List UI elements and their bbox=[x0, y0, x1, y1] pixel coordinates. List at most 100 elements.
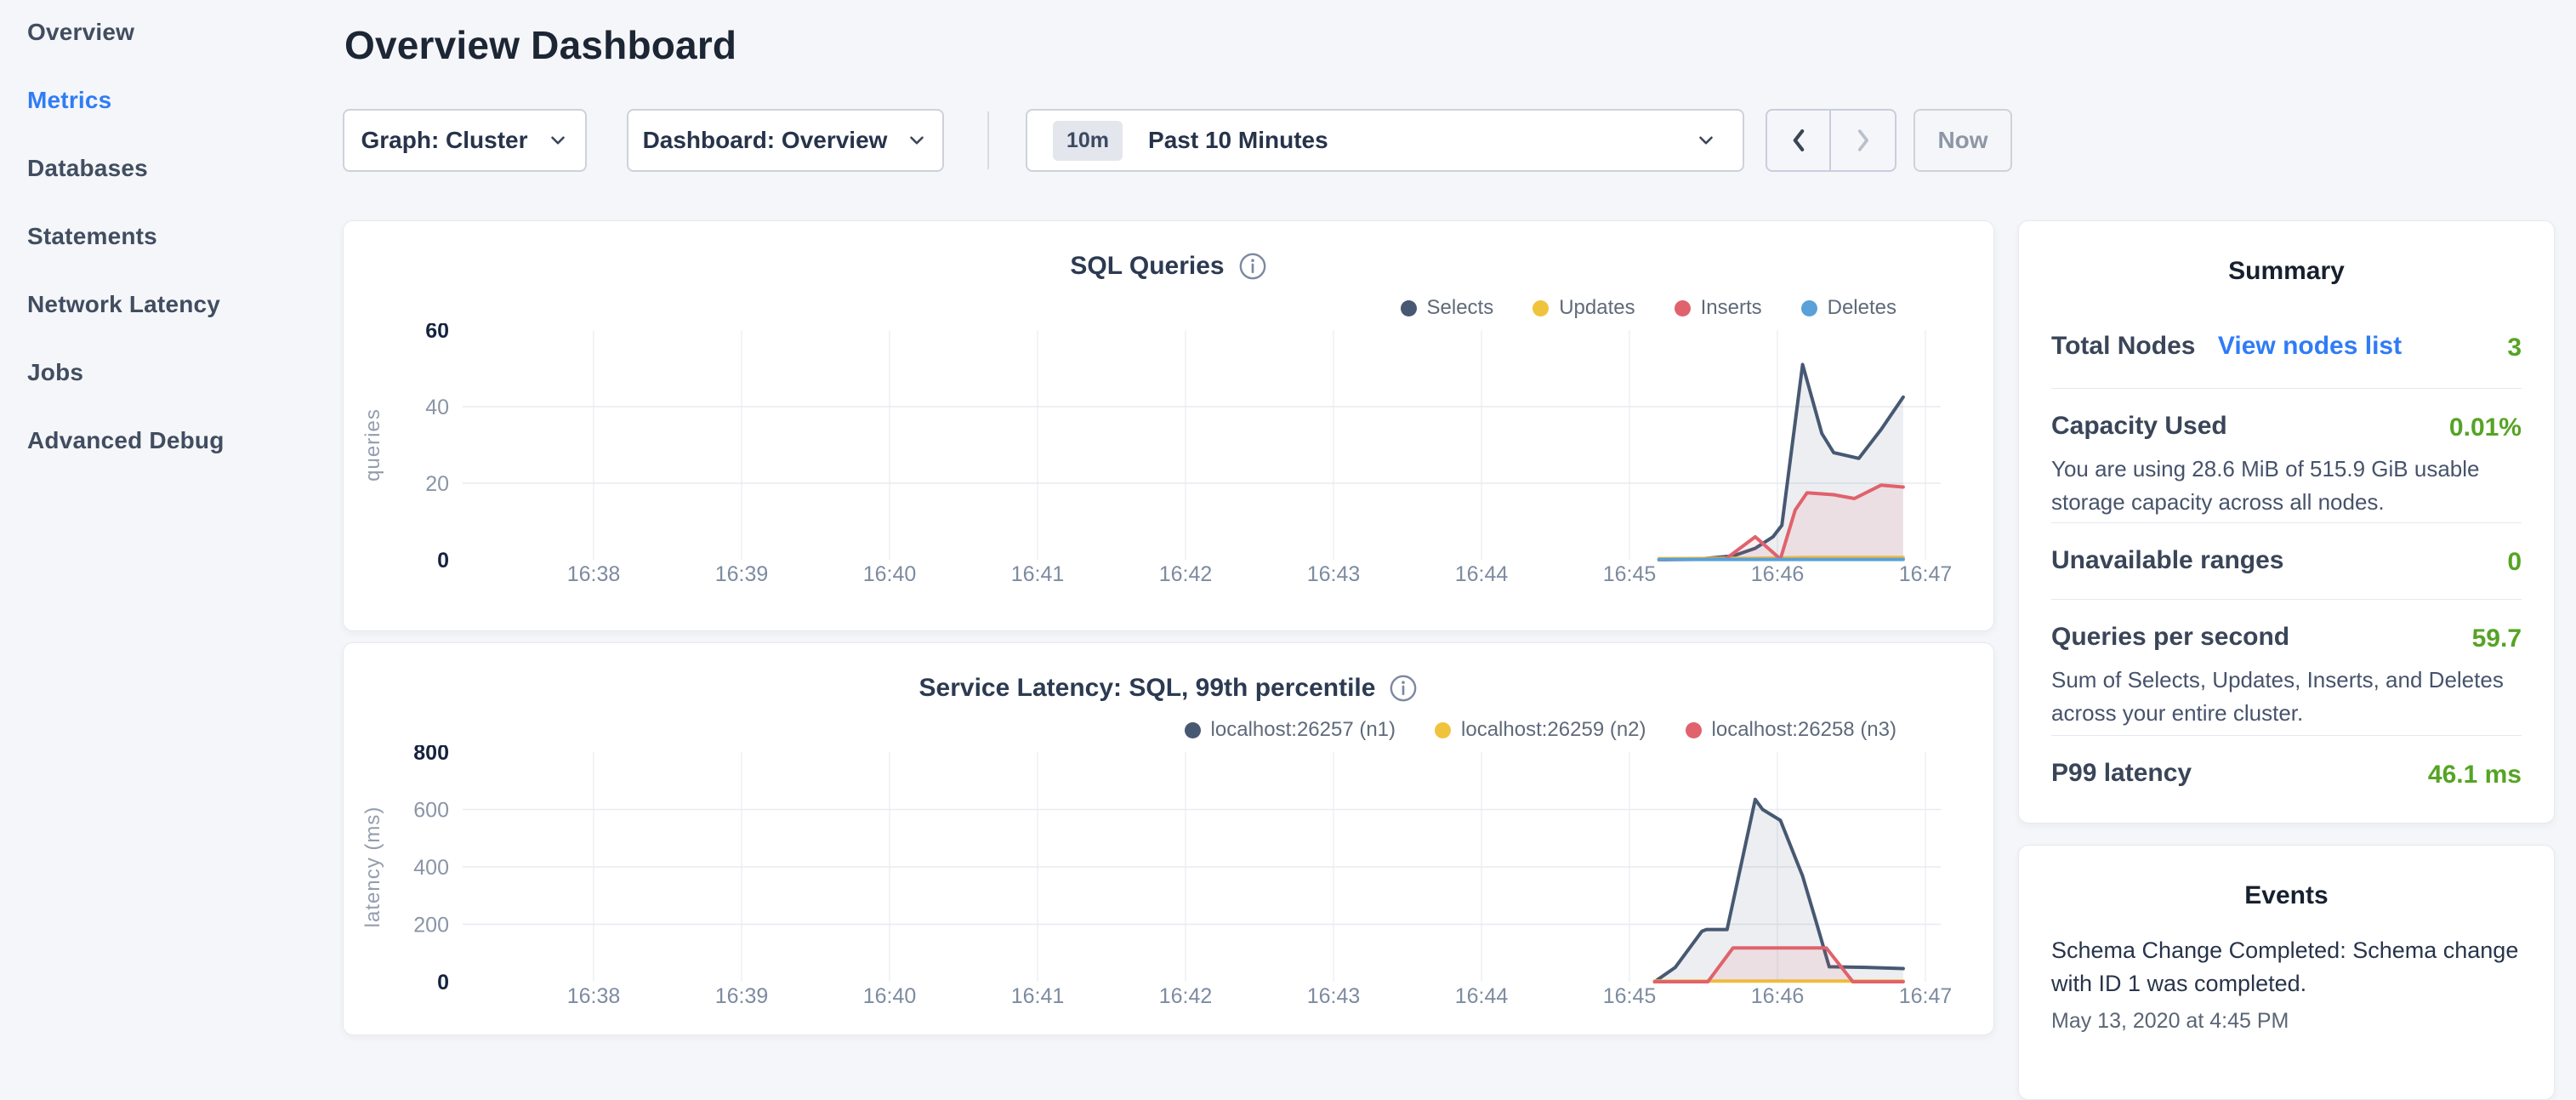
chart-title-row: SQL Queries bbox=[344, 252, 1993, 281]
summary-value: 0.01% bbox=[2449, 413, 2522, 442]
svg-text:16:43: 16:43 bbox=[1307, 984, 1361, 1008]
chevron-down-icon bbox=[1695, 129, 1717, 151]
legend-item: localhost:26258 (n3) bbox=[1686, 718, 1896, 742]
legend-item: localhost:26259 (n2) bbox=[1435, 718, 1646, 742]
legend-label: Selects bbox=[1427, 296, 1494, 320]
legend-label: Deletes bbox=[1828, 296, 1896, 320]
svg-text:16:45: 16:45 bbox=[1603, 562, 1657, 586]
svg-text:16:40: 16:40 bbox=[863, 562, 917, 586]
legend-label: localhost:26258 (n3) bbox=[1712, 718, 1896, 742]
svg-text:16:38: 16:38 bbox=[567, 562, 621, 586]
summary-label: P99 latency bbox=[2051, 759, 2192, 787]
svg-text:16:42: 16:42 bbox=[1159, 562, 1213, 586]
summary-row-p99-latency: P99 latency 46.1 ms bbox=[2051, 759, 2522, 788]
svg-text:200: 200 bbox=[413, 914, 449, 938]
time-nav-group bbox=[1766, 109, 1896, 172]
svg-text:queries: queries bbox=[361, 408, 384, 482]
svg-text:0: 0 bbox=[437, 549, 449, 573]
time-back-button[interactable] bbox=[1767, 111, 1831, 170]
svg-text:400: 400 bbox=[413, 856, 449, 880]
svg-text:16:47: 16:47 bbox=[1899, 984, 1953, 1008]
svg-text:16:38: 16:38 bbox=[567, 984, 621, 1008]
svg-text:20: 20 bbox=[425, 472, 449, 496]
chart-title-row: Service Latency: SQL, 99th percentile bbox=[344, 674, 1993, 703]
service-latency-chart-card: Service Latency: SQL, 99th percentile lo… bbox=[343, 642, 1994, 1035]
events-heading: Events bbox=[2019, 881, 2554, 910]
sidebar-item-metrics[interactable]: Metrics bbox=[27, 87, 316, 114]
chart-legend: localhost:26257 (n1) localhost:26259 (n2)… bbox=[1185, 718, 1896, 742]
legend-dot bbox=[1686, 722, 1702, 738]
sidebar: Overview Metrics Databases Statements Ne… bbox=[27, 19, 316, 454]
svg-text:16:44: 16:44 bbox=[1455, 562, 1509, 586]
sidebar-item-databases[interactable]: Databases bbox=[27, 155, 316, 182]
summary-value: 3 bbox=[2507, 333, 2522, 362]
summary-value: 46.1 ms bbox=[2428, 761, 2522, 789]
sidebar-item-advanced-debug[interactable]: Advanced Debug bbox=[27, 427, 316, 454]
events-panel: Events Schema Change Completed: Schema c… bbox=[2018, 845, 2555, 1100]
summary-row-queries-per-second: Queries per second 59.7 Sum of Selects, … bbox=[2051, 623, 2522, 730]
legend-label: localhost:26257 (n1) bbox=[1211, 718, 1396, 742]
svg-text:40: 40 bbox=[425, 396, 449, 419]
event-text: Schema Change Completed: Schema change w… bbox=[2051, 934, 2522, 1000]
divider bbox=[2051, 735, 2522, 736]
time-range-label: Past 10 Minutes bbox=[1148, 127, 1695, 154]
legend-dot bbox=[1401, 300, 1417, 316]
summary-panel: Summary Total Nodes View nodes list 3 Ca… bbox=[2018, 220, 2555, 824]
divider bbox=[2051, 522, 2522, 523]
summary-heading: Summary bbox=[2019, 257, 2554, 286]
svg-text:16:46: 16:46 bbox=[1751, 984, 1805, 1008]
page-title: Overview Dashboard bbox=[344, 22, 736, 68]
sidebar-item-jobs[interactable]: Jobs bbox=[27, 359, 316, 386]
summary-description: You are using 28.6 MiB of 515.9 GiB usab… bbox=[2051, 453, 2522, 519]
sidebar-item-statements[interactable]: Statements bbox=[27, 223, 316, 250]
legend-item: Inserts bbox=[1675, 296, 1762, 320]
now-button[interactable]: Now bbox=[1914, 109, 2012, 172]
chart-title: SQL Queries bbox=[1070, 252, 1224, 281]
sidebar-item-network-latency[interactable]: Network Latency bbox=[27, 291, 316, 318]
svg-text:800: 800 bbox=[413, 745, 449, 765]
controls-divider bbox=[987, 111, 989, 169]
svg-text:latency (ms): latency (ms) bbox=[361, 806, 384, 928]
summary-row-unavailable-ranges: Unavailable ranges 0 bbox=[2051, 546, 2522, 575]
legend-dot bbox=[1533, 300, 1549, 316]
legend-label: localhost:26259 (n2) bbox=[1461, 718, 1646, 742]
summary-label: Total Nodes bbox=[2051, 332, 2195, 360]
svg-text:16:46: 16:46 bbox=[1751, 562, 1805, 586]
legend-item: Updates bbox=[1533, 296, 1635, 320]
svg-text:60: 60 bbox=[425, 323, 449, 343]
svg-text:16:45: 16:45 bbox=[1603, 984, 1657, 1008]
chevron-down-icon bbox=[547, 129, 569, 151]
time-range-selector[interactable]: 10m Past 10 Minutes bbox=[1026, 109, 1744, 172]
divider bbox=[2051, 388, 2522, 389]
chevron-right-icon bbox=[1851, 126, 1876, 155]
svg-text:16:41: 16:41 bbox=[1011, 984, 1065, 1008]
dashboard-dropdown[interactable]: Dashboard: Overview bbox=[627, 109, 944, 172]
svg-text:16:40: 16:40 bbox=[863, 984, 917, 1008]
svg-text:16:41: 16:41 bbox=[1011, 562, 1065, 586]
chevron-left-icon bbox=[1786, 126, 1811, 155]
chart-plot: 16:3816:3916:4016:4116:4216:4316:4416:45… bbox=[344, 323, 1995, 613]
graph-scope-dropdown[interactable]: Graph: Cluster bbox=[343, 109, 587, 172]
svg-text:16:43: 16:43 bbox=[1307, 562, 1361, 586]
summary-label: Queries per second bbox=[2051, 623, 2289, 651]
legend-dot bbox=[1185, 722, 1201, 738]
sidebar-item-overview[interactable]: Overview bbox=[27, 19, 316, 46]
info-icon[interactable] bbox=[1238, 252, 1267, 281]
summary-row-total-nodes: Total Nodes View nodes list 3 bbox=[2051, 332, 2522, 361]
svg-text:0: 0 bbox=[437, 971, 449, 995]
time-forward-button[interactable] bbox=[1831, 111, 1895, 170]
svg-text:16:42: 16:42 bbox=[1159, 984, 1213, 1008]
summary-value: 0 bbox=[2507, 548, 2522, 577]
legend-item: localhost:26257 (n1) bbox=[1185, 718, 1396, 742]
summary-label: Unavailable ranges bbox=[2051, 546, 2283, 574]
info-icon[interactable] bbox=[1389, 674, 1418, 703]
event-timestamp: May 13, 2020 at 4:45 PM bbox=[2051, 1009, 2522, 1034]
legend-dot bbox=[1435, 722, 1451, 738]
chart-title: Service Latency: SQL, 99th percentile bbox=[919, 674, 1376, 703]
legend-dot bbox=[1801, 300, 1817, 316]
graph-scope-dropdown-label: Graph: Cluster bbox=[361, 127, 527, 154]
legend-label: Inserts bbox=[1701, 296, 1762, 320]
view-nodes-list-link[interactable]: View nodes list bbox=[2218, 332, 2402, 360]
legend-item: Deletes bbox=[1801, 296, 1896, 320]
chevron-down-icon bbox=[906, 129, 928, 151]
